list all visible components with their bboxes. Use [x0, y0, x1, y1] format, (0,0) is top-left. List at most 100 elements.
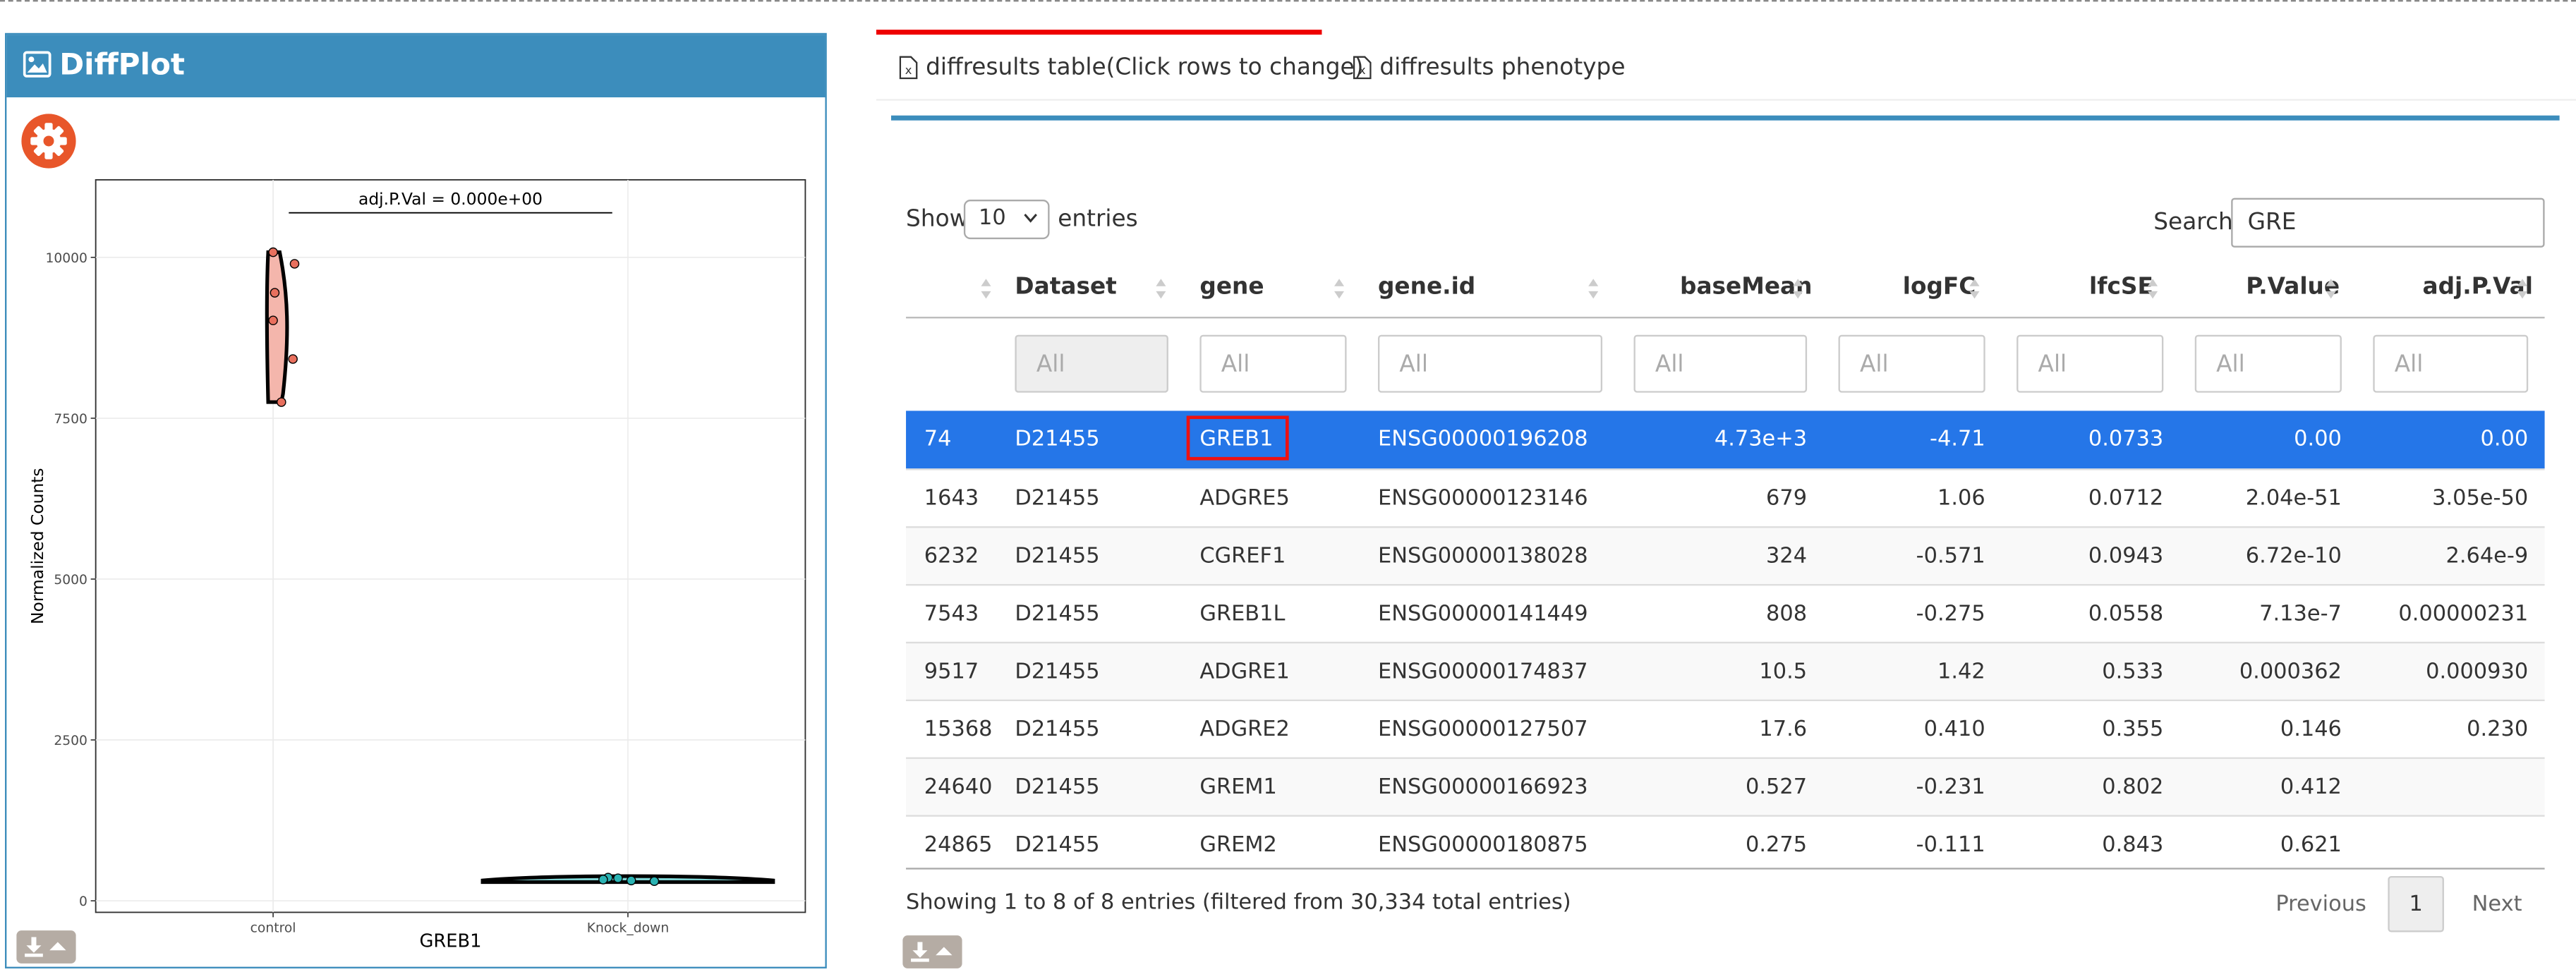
y-tick-label: 5000 — [54, 573, 87, 588]
cell-index: 1643 — [924, 486, 979, 512]
box-title: DiffPlot — [59, 47, 186, 83]
cell-basemean: 4.73e+3 — [1714, 427, 1808, 452]
table-row[interactable]: 6232 D21455 CGREF1 ENSG00000138028 324 -… — [906, 526, 2545, 584]
cell-gene-id: ENSG00000166923 — [1377, 775, 1588, 801]
cell-dataset: D21455 — [1015, 717, 1100, 743]
active-tab-indicator — [876, 30, 1322, 35]
cell-logfc: 0.410 — [1923, 717, 1985, 743]
sort-icon — [981, 279, 991, 299]
svg-text:x: x — [905, 63, 912, 77]
y-tick-label: 7500 — [54, 412, 87, 427]
data-point-knock-down — [613, 873, 623, 883]
column-header-gene-id[interactable]: gene.id — [1378, 274, 1475, 300]
data-point-control — [270, 288, 280, 298]
svg-text:x: x — [1359, 63, 1366, 77]
cell-logfc: -4.71 — [1930, 427, 1985, 452]
pagination-page-1[interactable]: 1 — [2388, 875, 2444, 932]
header-divider — [906, 317, 2545, 319]
cell-logfc: -0.275 — [1916, 602, 1985, 627]
table-row[interactable]: 24865 D21455 GREM2 ENSG00000180875 0.275… — [906, 815, 2545, 873]
data-point-control — [288, 354, 298, 364]
pagination-next[interactable]: Next — [2472, 892, 2522, 917]
cell-pvalue: 6.72e-10 — [2245, 544, 2342, 569]
page-length-select[interactable]: 10 — [963, 200, 1050, 240]
top-dashed-line — [0, 0, 2576, 2]
cell-adjpval: 0.000930 — [2426, 660, 2529, 685]
table-row[interactable]: 24640 D21455 GREM1 ENSG00000166923 0.527… — [906, 757, 2545, 815]
settings-button[interactable] — [21, 114, 76, 169]
cell-pvalue: 2.04e-51 — [2245, 486, 2342, 512]
table-row[interactable]: 7543 D21455 GREB1L ENSG00000141449 808 -… — [906, 583, 2545, 642]
y-tick-label: 0 — [79, 894, 87, 909]
cell-adjpval: 3.05e-50 — [2432, 486, 2529, 512]
sort-icon — [1588, 279, 1599, 299]
cell-basemean: 679 — [1766, 486, 1808, 512]
table-row[interactable]: 1643 D21455 ADGRE5 ENSG00000123146 679 1… — [906, 468, 2545, 526]
cell-gene: GREB1L — [1199, 602, 1286, 627]
adj-pval-annotation: adj.P.Val = 0.000e+00 — [358, 189, 543, 209]
cell-logfc: -0.231 — [1916, 775, 1985, 801]
filter-basemean[interactable]: All — [1633, 334, 1808, 393]
cell-lfcse: 0.0558 — [2088, 602, 2164, 627]
cell-dataset: D21455 — [1015, 602, 1100, 627]
filter-adjpval[interactable]: All — [2373, 334, 2529, 393]
download-table-button[interactable] — [902, 935, 962, 968]
cell-index: 24640 — [924, 775, 993, 801]
cell-dataset: D21455 — [1015, 486, 1100, 512]
sort-icon — [2517, 279, 2528, 299]
cell-dataset: D21455 — [1015, 660, 1100, 685]
x-tick-label: control — [250, 921, 296, 935]
gear-icon — [30, 123, 67, 159]
cell-gene-id: ENSG00000127507 — [1377, 717, 1588, 743]
cell-gene: GREM1 — [1199, 775, 1277, 801]
cell-gene: ADGRE2 — [1199, 717, 1290, 743]
download-plot-button[interactable] — [16, 930, 76, 964]
data-point-knock-down — [626, 875, 636, 886]
cell-index: 7543 — [924, 602, 979, 627]
cell-lfcse: 0.802 — [2102, 775, 2164, 801]
cell-basemean: 10.5 — [1759, 660, 1808, 685]
cell-index: 24865 — [924, 833, 993, 858]
cell-gene: CGREF1 — [1199, 544, 1286, 569]
cell-pvalue: 7.13e-7 — [2259, 602, 2342, 627]
cell-logfc: -0.571 — [1916, 544, 1985, 569]
column-header-lfcse[interactable]: lfcSE — [2089, 274, 2153, 300]
table-panel-top-border — [891, 115, 2560, 121]
box-header: DiffPlot — [6, 35, 826, 97]
filter-pvalue[interactable]: All — [2194, 334, 2342, 393]
cell-basemean: 808 — [1766, 602, 1808, 627]
cell-index: 9517 — [924, 660, 979, 685]
filter-logfc[interactable]: All — [1838, 334, 1985, 393]
column-header-dataset[interactable]: Dataset — [1015, 274, 1116, 300]
cell-pvalue: 0.621 — [2280, 833, 2342, 858]
y-axis-label: Normalized Counts — [28, 468, 47, 624]
cell-gene-id: ENSG00000174837 — [1377, 660, 1588, 685]
search-input[interactable]: GRE — [2231, 198, 2545, 248]
filter-gene[interactable]: All — [1199, 334, 1347, 393]
data-point-control — [268, 247, 278, 257]
diffplot-box: DiffPlot 0 2500 5000 7500 10000 control … — [5, 32, 827, 968]
data-point-knock-down — [649, 876, 660, 887]
cell-lfcse: 0.0712 — [2088, 486, 2164, 512]
table-row[interactable]: 15368 D21455 ADGRE2 ENSG00000127507 17.6… — [906, 699, 2545, 758]
cell-gene: ADGRE1 — [1199, 660, 1290, 685]
cell-dataset: D21455 — [1015, 775, 1100, 801]
sort-icon — [1969, 279, 1980, 299]
column-header-gene[interactable]: gene — [1199, 274, 1264, 300]
pagination-previous[interactable]: Previous — [2275, 892, 2366, 917]
table-row[interactable]: 74 D21455 GREB1 ENSG00000196208 4.73e+3 … — [906, 411, 2545, 469]
cell-lfcse: 0.355 — [2102, 717, 2164, 743]
cell-pvalue: 0.00 — [2294, 427, 2342, 452]
table-row[interactable]: 9517 D21455 ADGRE1 ENSG00000174837 10.5 … — [906, 641, 2545, 700]
cell-gene-id: ENSG00000196208 — [1377, 427, 1588, 452]
column-header-logfc[interactable]: logFC — [1903, 274, 1976, 300]
cell-basemean: 0.527 — [1746, 775, 1808, 801]
filter-gene-id[interactable]: All — [1377, 334, 1603, 393]
cell-adjpval: 2.64e-9 — [2445, 544, 2529, 569]
show-label: Show — [906, 206, 969, 233]
cell-logfc: -0.111 — [1916, 833, 1985, 858]
y-tick-label: 10000 — [45, 251, 87, 266]
data-point-control — [289, 259, 300, 269]
cell-logfc: 1.42 — [1937, 660, 1985, 685]
filter-lfcse[interactable]: All — [2016, 334, 2164, 393]
